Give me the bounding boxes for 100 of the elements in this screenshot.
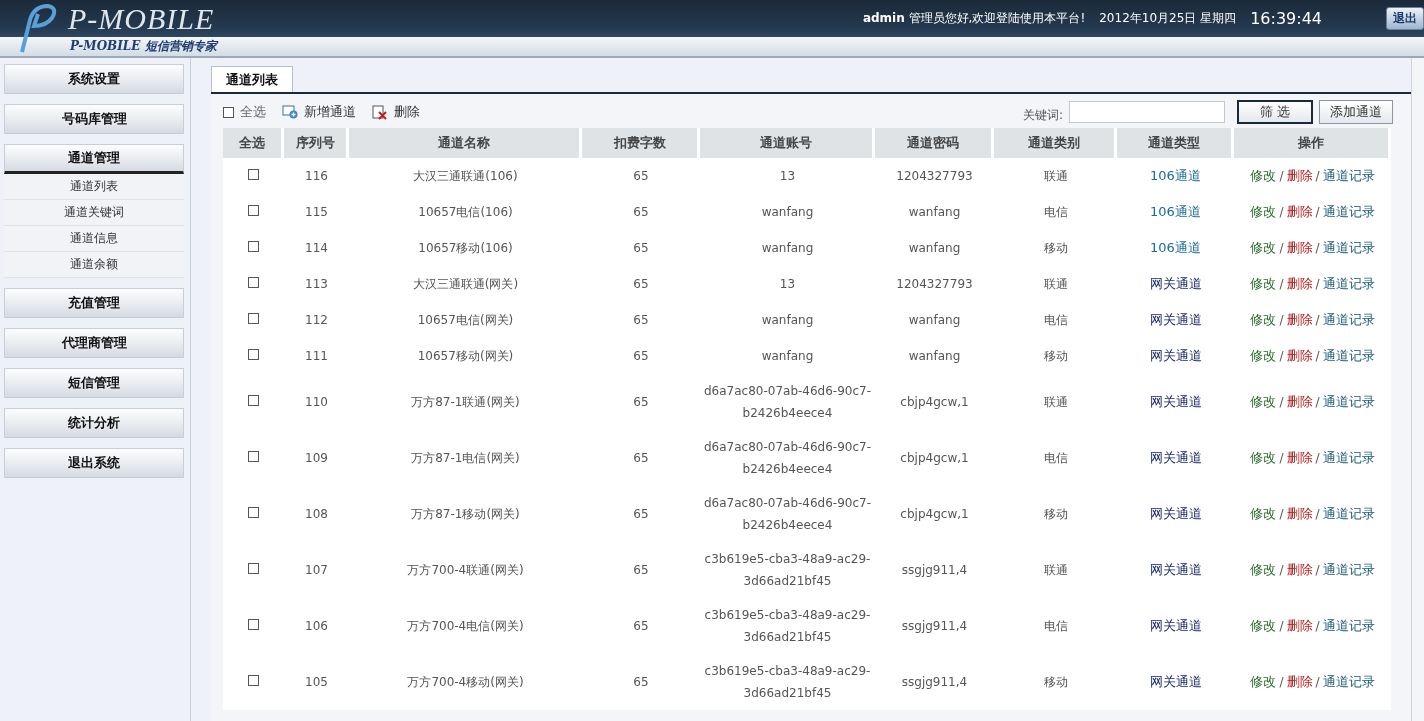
checkbox[interactable] <box>248 395 259 406</box>
delete-link[interactable]: 删除 <box>394 103 420 121</box>
action-link[interactable]: 修改 <box>1250 450 1277 465</box>
separator: / <box>1279 395 1284 409</box>
action-link[interactable]: 修改 <box>1250 506 1277 521</box>
separator: / <box>1315 395 1320 409</box>
checkbox[interactable] <box>248 563 259 574</box>
table-cell: 联通 <box>1043 168 1068 183</box>
sidebar-item[interactable]: 通道余额 <box>4 252 184 278</box>
checkbox[interactable] <box>248 241 259 252</box>
table-cell: 万方87-1移动(网关) <box>411 506 520 521</box>
table-cell: 65 <box>633 241 649 255</box>
action-link[interactable]: 删除 <box>1286 312 1313 327</box>
action-link[interactable]: 删除 <box>1286 168 1313 183</box>
table-cell: 65 <box>633 313 649 327</box>
sidebar-group[interactable]: 系统设置 <box>4 64 184 94</box>
tab[interactable]: 通道列表 <box>211 66 293 92</box>
action-link[interactable]: 通道记录 <box>1322 168 1375 183</box>
channel-type-link[interactable]: 网关通道 <box>1149 674 1202 689</box>
action-link[interactable]: 通道记录 <box>1322 450 1375 465</box>
sidebar-group[interactable]: 退出系统 <box>4 448 184 478</box>
sidebar-group[interactable]: 号码库管理 <box>4 104 184 134</box>
sidebar-item[interactable]: 通道列表 <box>4 174 184 200</box>
action-link[interactable]: 删除 <box>1286 618 1313 633</box>
checkbox[interactable] <box>248 313 259 324</box>
sidebar-group[interactable]: 代理商管理 <box>4 328 184 358</box>
channel-type-link[interactable]: 网关通道 <box>1149 506 1202 521</box>
action-link[interactable]: 删除 <box>1286 562 1313 577</box>
action-link[interactable]: 修改 <box>1250 276 1277 291</box>
action-link[interactable]: 通道记录 <box>1322 618 1375 633</box>
channel-type-link[interactable]: 网关通道 <box>1149 394 1202 409</box>
table-cell: 107 <box>305 563 328 577</box>
action-link[interactable]: 通道记录 <box>1322 674 1375 689</box>
action-link[interactable]: 通道记录 <box>1322 394 1375 409</box>
action-link[interactable]: 删除 <box>1286 506 1313 521</box>
separator: / <box>1315 313 1320 327</box>
add-channel-link[interactable]: 新增通道 <box>304 103 356 121</box>
action-link[interactable]: 删除 <box>1286 674 1313 689</box>
checkbox[interactable] <box>248 349 259 360</box>
channel-type-link[interactable]: 网关通道 <box>1149 618 1202 633</box>
action-link[interactable]: 删除 <box>1286 240 1313 255</box>
sidebar-item[interactable]: 通道信息 <box>4 226 184 252</box>
column-header: 通道账号 <box>700 128 875 158</box>
add-channel-button[interactable]: 添加通道 <box>1319 100 1393 124</box>
checkbox[interactable] <box>248 169 259 180</box>
channel-type-link[interactable]: 网关通道 <box>1149 348 1202 363</box>
channel-type-link[interactable]: 网关通道 <box>1149 450 1202 465</box>
checkbox[interactable] <box>248 277 259 288</box>
welcome-text: admin 管理员您好,欢迎登陆使用本平台! <box>862 10 1086 27</box>
channel-type-link[interactable]: 106通道 <box>1150 240 1201 255</box>
separator: / <box>1279 169 1284 183</box>
action-link[interactable]: 通道记录 <box>1322 204 1375 219</box>
channel-type-link[interactable]: 网关通道 <box>1149 276 1202 291</box>
sidebar-item[interactable]: 通道关键词 <box>4 200 184 226</box>
action-link[interactable]: 修改 <box>1250 394 1277 409</box>
logout-button[interactable]: 退出 <box>1386 7 1424 30</box>
sidebar-group[interactable]: 通道管理 <box>4 144 184 174</box>
checkbox[interactable] <box>248 451 259 462</box>
action-link[interactable]: 通道记录 <box>1322 276 1375 291</box>
action-link[interactable]: 通道记录 <box>1322 240 1375 255</box>
sidebar-group[interactable]: 统计分析 <box>4 408 184 438</box>
action-link[interactable]: 通道记录 <box>1322 506 1375 521</box>
action-link[interactable]: 修改 <box>1250 312 1277 327</box>
sidebar-group[interactable]: 充值管理 <box>4 288 184 318</box>
separator: / <box>1315 169 1320 183</box>
table-cell: 108 <box>305 507 328 521</box>
table-cell: c3b619e5-cba3-48a9-ac29- <box>704 552 871 566</box>
action-link[interactable]: 修改 <box>1250 240 1277 255</box>
action-link[interactable]: 删除 <box>1286 450 1313 465</box>
action-link[interactable]: 通道记录 <box>1322 562 1375 577</box>
action-link[interactable]: 修改 <box>1250 618 1277 633</box>
action-link[interactable]: 删除 <box>1286 204 1313 219</box>
action-link[interactable]: 修改 <box>1250 348 1277 363</box>
action-link[interactable]: 修改 <box>1250 168 1277 183</box>
checkbox[interactable] <box>248 675 259 686</box>
table-cell: cbjp4gcw,1 <box>900 395 969 409</box>
table-cell: 13 <box>779 277 796 291</box>
checkbox[interactable] <box>248 619 259 630</box>
action-link[interactable]: 删除 <box>1286 276 1313 291</box>
action-link[interactable]: 删除 <box>1286 394 1313 409</box>
channel-type-link[interactable]: 网关通道 <box>1149 562 1202 577</box>
action-link[interactable]: 通道记录 <box>1322 312 1375 327</box>
checkbox[interactable] <box>248 507 259 518</box>
action-link[interactable]: 修改 <box>1250 204 1277 219</box>
table-cell: 10657电信(网关) <box>417 312 514 327</box>
keyword-field[interactable] <box>1069 101 1225 123</box>
action-link[interactable]: 修改 <box>1250 674 1277 689</box>
action-link[interactable]: 通道记录 <box>1322 348 1375 363</box>
action-link[interactable]: 修改 <box>1250 562 1277 577</box>
table-cell: 65 <box>633 507 649 521</box>
select-all-label: 全选 <box>240 103 266 121</box>
column-header: 通道名称 <box>349 128 582 158</box>
action-link[interactable]: 删除 <box>1286 348 1313 363</box>
checkbox[interactable] <box>248 205 259 216</box>
sidebar-group[interactable]: 短信管理 <box>4 368 184 398</box>
channel-type-link[interactable]: 106通道 <box>1150 204 1201 219</box>
checkbox[interactable] <box>223 106 234 118</box>
filter-button[interactable]: 筛 选 <box>1237 100 1313 124</box>
channel-type-link[interactable]: 106通道 <box>1150 168 1201 183</box>
channel-type-link[interactable]: 网关通道 <box>1149 312 1202 327</box>
